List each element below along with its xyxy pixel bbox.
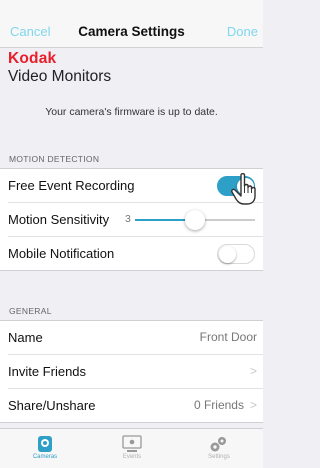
mobile-notification-toggle[interactable] [217, 244, 255, 264]
invite-friends-label: Invite Friends [8, 364, 87, 379]
tab-events[interactable]: Events [102, 429, 162, 468]
mobile-notification-label: Mobile Notification [8, 246, 115, 261]
pointing-hand-cursor-icon [231, 172, 256, 205]
tab-settings-label: Settings [208, 454, 230, 460]
events-icon [122, 435, 142, 452]
motion-sensitivity-value: 3 [125, 213, 131, 225]
share-unshare-accessory: 0 Friends > [194, 389, 257, 422]
tab-settings[interactable]: Settings [189, 429, 249, 468]
general-group: Name Front Door Invite Friends > Share/U… [0, 320, 263, 423]
invite-friends-accessory: > [244, 355, 257, 388]
free-event-recording-row: Free Event Recording [8, 169, 263, 203]
share-unshare-label: Share/Unshare [8, 398, 96, 413]
share-unshare-row[interactable]: Share/Unshare 0 Friends > [8, 389, 263, 422]
general-header: GENERAL [9, 306, 52, 316]
tab-events-label: Events [122, 454, 142, 460]
navigation-bar: Cancel Camera Settings Done [0, 0, 263, 48]
motion-sensitivity-label: Motion Sensitivity [8, 212, 110, 227]
brand-block: Kodak Video Monitors [8, 50, 111, 86]
name-label: Name [8, 330, 43, 345]
motion-sensitivity-row: Motion Sensitivity 3 [8, 203, 263, 237]
tab-bar: Cameras Events Settings [0, 428, 263, 468]
slider-thumb[interactable] [185, 210, 205, 230]
tab-cameras-label: Cameras [32, 454, 58, 460]
chevron-right-icon: > [249, 398, 257, 412]
free-event-recording-label: Free Event Recording [8, 178, 135, 193]
page-title: Camera Settings [78, 24, 185, 39]
share-unshare-value: 0 Friends [193, 398, 244, 412]
motion-detection-group: Free Event Recording Motion Sensitivity … [0, 168, 263, 271]
motion-detection-header: MOTION DETECTION [9, 154, 100, 164]
done-button[interactable]: Done [227, 0, 258, 47]
name-row[interactable]: Name Front Door [8, 321, 263, 355]
name-value: Front Door [199, 330, 257, 344]
settings-icon [210, 437, 226, 452]
camera-icon [38, 436, 52, 452]
kodak-logo: Kodak [8, 50, 57, 67]
firmware-status-message: Your camera's firmware is up to date. [45, 106, 218, 118]
tab-cameras[interactable]: Cameras [15, 429, 75, 468]
chevron-right-icon: > [249, 364, 257, 378]
invite-friends-row[interactable]: Invite Friends > [8, 355, 263, 389]
mobile-notification-row: Mobile Notification [8, 237, 263, 270]
motion-sensitivity-slider[interactable] [135, 210, 255, 230]
toggle-knob [218, 245, 236, 263]
product-name: Video Monitors [8, 68, 112, 85]
